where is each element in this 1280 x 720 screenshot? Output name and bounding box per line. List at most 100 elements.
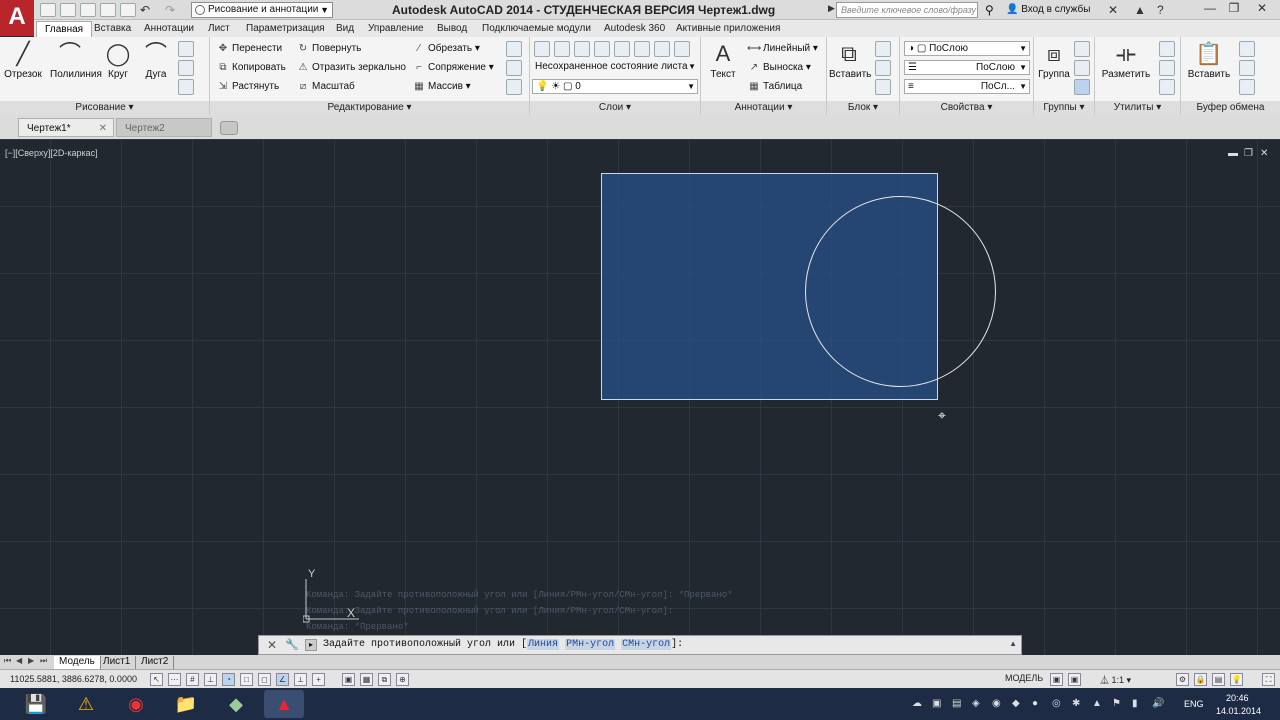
create-block-icon[interactable] — [875, 41, 891, 57]
hatch-icon[interactable] — [178, 79, 194, 95]
app-icon[interactable]: ◆ — [220, 690, 252, 718]
object-snap-tracking-icon[interactable]: ∠ — [276, 673, 289, 686]
autocad-taskbar-icon[interactable]: ▲ — [264, 690, 304, 718]
viewport-close-icon[interactable]: ✕ — [1260, 148, 1268, 159]
signin-button[interactable]: 👤 Вход в службы — [1006, 4, 1090, 15]
layer-properties-icon[interactable] — [534, 41, 550, 57]
folder-icon[interactable]: 📁 — [170, 690, 202, 718]
rotate-button[interactable]: ↻ Повернуть — [296, 40, 362, 57]
tray-icon[interactable]: ☁ — [912, 698, 922, 709]
tab-sheet2[interactable]: Лист2 — [136, 656, 175, 669]
layer-off-icon[interactable] — [634, 41, 650, 57]
modify-panel-title[interactable]: Редактирование ▾ — [210, 101, 529, 115]
layer-unisolate-icon[interactable] — [594, 41, 610, 57]
layer-freeze-icon[interactable] — [614, 41, 630, 57]
tab-output[interactable]: Вывод — [429, 21, 475, 37]
close-icon[interactable]: ✕ — [99, 119, 107, 138]
quick-view-drawings-icon[interactable]: ▣ — [1068, 673, 1081, 686]
copy-button[interactable]: ⧉ Копировать — [216, 59, 285, 76]
copy-clip-icon[interactable] — [1239, 60, 1255, 76]
color-select[interactable]: ◑ ▢ ПоСлою ▼ — [904, 41, 1030, 56]
tray-icon[interactable]: ◆ — [1012, 698, 1020, 709]
expand-arrow-icon[interactable]: ▶ — [828, 3, 835, 14]
groups-panel-title[interactable]: Группы ▾ — [1034, 101, 1094, 115]
bluetooth-icon[interactable]: ✱ — [1072, 698, 1080, 709]
option-polygon-crossing[interactable]: СМн-угол — [621, 639, 672, 650]
save-disk-icon[interactable]: 💾 — [20, 690, 52, 718]
tab-sheet1[interactable]: Лист1 — [98, 656, 137, 669]
tab-featured-apps[interactable]: Активные приложения — [668, 21, 788, 37]
layer-state-icon[interactable] — [554, 41, 570, 57]
selection-cycling-icon[interactable]: ⊕ — [396, 673, 409, 686]
save-as-icon[interactable] — [100, 3, 116, 17]
clean-screen-icon[interactable]: ⛶ — [1262, 673, 1275, 686]
application-menu-button[interactable]: A — [0, 0, 34, 36]
chrome-icon[interactable]: ◉ — [120, 690, 152, 718]
clipboard-panel-title[interactable]: Буфер обмена — [1181, 101, 1280, 115]
text-button[interactable]: A Текст — [703, 39, 743, 80]
file-tab-drawing2[interactable]: Чертеж2 — [116, 118, 212, 137]
command-prompt-text[interactable]: Задайте противоположный угол или [Линия … — [323, 639, 683, 650]
layer-match-icon[interactable] — [674, 41, 690, 57]
mirror-button[interactable]: ⚠ Отразить зеркально — [296, 59, 406, 76]
tray-icon[interactable]: ● — [1032, 698, 1038, 709]
quick-properties-icon[interactable]: ⧉ — [378, 673, 391, 686]
select-all-icon[interactable] — [1159, 60, 1175, 76]
ungroup-icon[interactable] — [1074, 41, 1090, 57]
layer-select[interactable]: 💡 ☀ ▢ 0 ▼ — [532, 79, 698, 94]
group-edit-icon[interactable] — [1074, 60, 1090, 76]
coordinates-readout[interactable]: 11025.5881, 3886.6278, 0.0000 — [10, 674, 137, 684]
line-button[interactable]: ╱ Отрезок — [3, 39, 43, 80]
file-tab-drawing1[interactable]: Чертеж1* ✕ — [18, 118, 114, 137]
move-button[interactable]: ✥ Перенести — [216, 40, 282, 57]
flag-icon[interactable]: ⚑ — [1112, 698, 1121, 709]
option-line[interactable]: Линия — [527, 639, 560, 650]
tab-model[interactable]: Модель — [54, 656, 101, 669]
ucs-toggle-icon[interactable]: ⟂ — [294, 673, 307, 686]
tab-layout[interactable]: Лист — [200, 21, 238, 37]
tray-icon[interactable]: ◎ — [1052, 698, 1061, 709]
chevron-up-icon[interactable]: ▲ — [1009, 639, 1017, 648]
scale-button[interactable]: ⧄ Масштаб — [296, 78, 355, 95]
restore-button[interactable]: ❐ — [1222, 1, 1246, 17]
next-tab-icon[interactable]: ▶ — [28, 656, 34, 665]
first-tab-icon[interactable]: ⏮ — [4, 656, 11, 666]
3d-osnap-icon[interactable]: ◻ — [258, 673, 271, 686]
block-panel-title[interactable]: Блок ▾ — [827, 101, 899, 115]
exchange-icon[interactable]: ✕ — [1108, 3, 1118, 17]
cut-icon[interactable] — [1239, 41, 1255, 57]
linetype-select[interactable]: ☰ ПоСлою ▼ — [904, 60, 1030, 75]
stretch-button[interactable]: ⇲ Растянуть — [216, 78, 279, 95]
polyline-button[interactable]: ⌒ Полилиния — [50, 39, 102, 80]
open-file-icon[interactable] — [60, 3, 76, 17]
binoculars-icon[interactable]: ⚲ — [985, 3, 994, 17]
explode-icon[interactable] — [506, 60, 522, 76]
viewport-minimize-icon[interactable]: ▬ — [1228, 148, 1238, 159]
measure-button[interactable]: ⟛ Разметить — [1101, 39, 1151, 80]
language-indicator[interactable]: ENG — [1184, 699, 1204, 709]
circle-object[interactable] — [805, 196, 996, 387]
redo-icon[interactable]: ↷ — [165, 3, 175, 17]
offset-icon[interactable] — [506, 79, 522, 95]
new-file-icon[interactable] — [40, 3, 56, 17]
trim-button[interactable]: ⁄ Обрезать ▾ — [412, 40, 480, 57]
isolate-objects-icon[interactable]: 💡 — [1230, 673, 1243, 686]
help-icon[interactable]: ? — [1157, 3, 1164, 17]
group-select-icon[interactable] — [1074, 79, 1090, 95]
calculator-icon[interactable] — [1159, 79, 1175, 95]
wrench-icon[interactable]: 🔧 — [285, 638, 299, 651]
circle-button[interactable]: ◯ Круг — [98, 39, 138, 80]
tab-parametric[interactable]: Параметризация — [238, 21, 333, 37]
command-line[interactable]: ✕ 🔧 ▸ Задайте противоположный угол или [… — [258, 635, 1022, 655]
drawing-viewport[interactable]: [−][Сверху][2D-каркас] ▬ ❐ ✕ ⌖ Y X Коман… — [0, 139, 1280, 655]
lineweight-toggle-icon[interactable]: ▣ — [342, 673, 355, 686]
new-tab-button[interactable] — [220, 121, 238, 135]
tray-icon[interactable]: ▲ — [1092, 698, 1102, 709]
match-properties-icon[interactable] — [1239, 79, 1255, 95]
close-icon[interactable]: ✕ — [267, 638, 277, 652]
array-button[interactable]: ▦ Массив ▾ — [412, 78, 470, 95]
viewport-restore-icon[interactable]: ❐ — [1244, 148, 1253, 159]
model-space-button[interactable]: МОДЕЛЬ — [1005, 673, 1043, 683]
layer-iso-icon[interactable] — [574, 41, 590, 57]
ortho-mode-icon[interactable]: ⊥ — [204, 673, 217, 686]
